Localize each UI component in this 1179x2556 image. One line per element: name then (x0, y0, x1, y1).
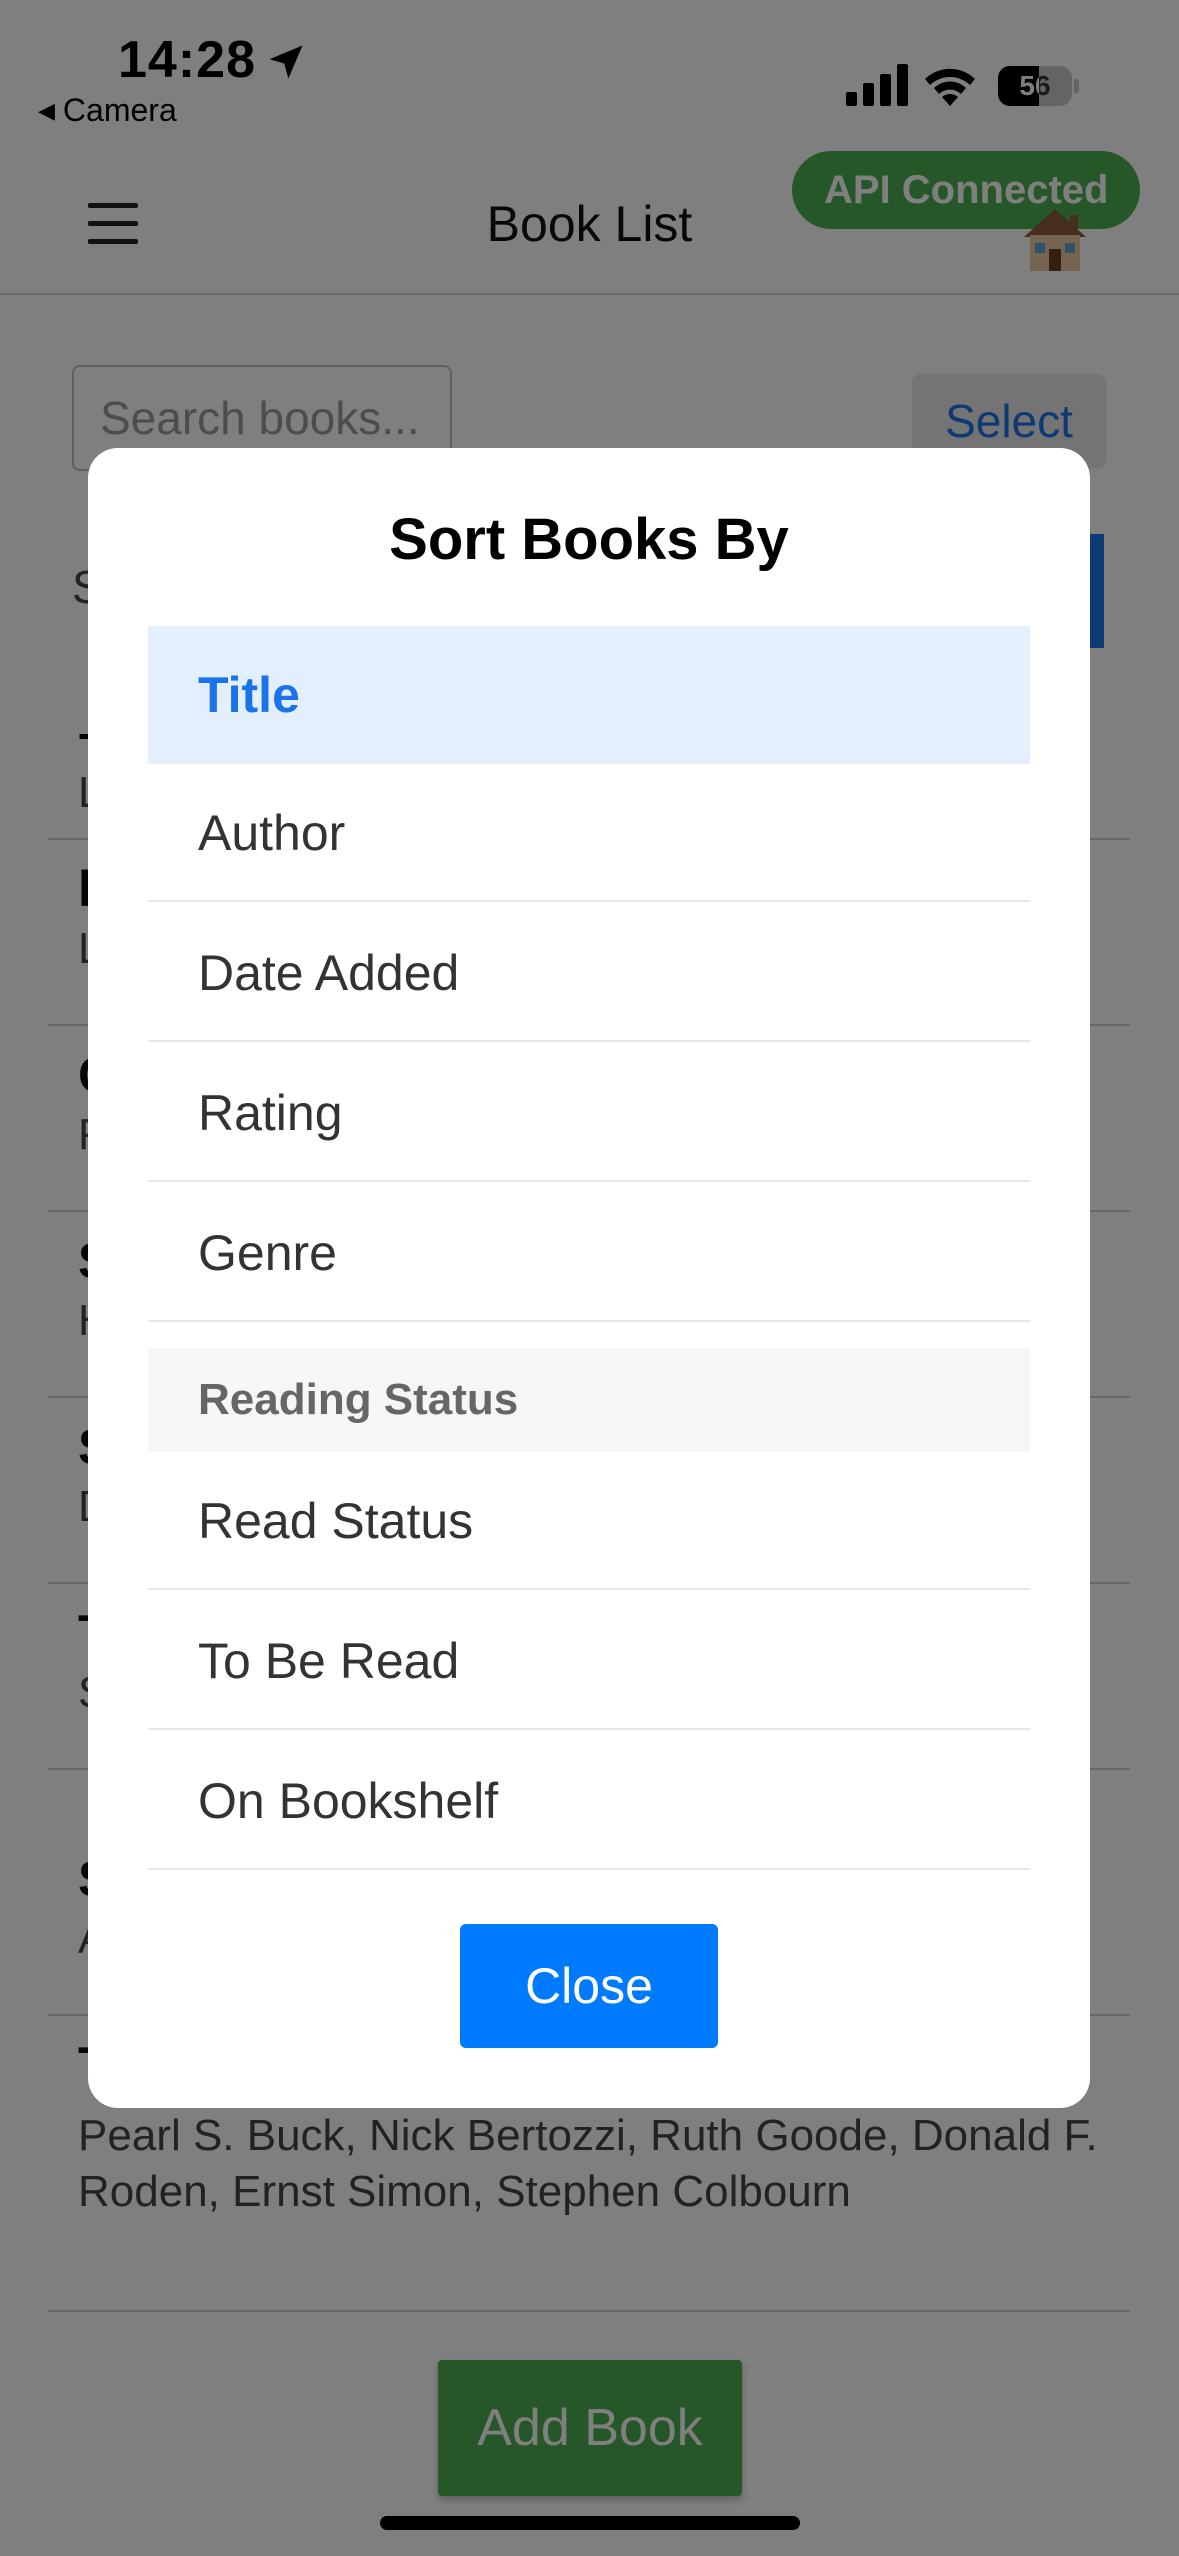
sort-modal: Sort Books By Title Author Date Added Ra… (88, 448, 1090, 2108)
sort-option-to-be-read[interactable]: To Be Read (148, 1592, 1030, 1730)
sort-option-on-bookshelf[interactable]: On Bookshelf (148, 1732, 1030, 1870)
sort-option-date-added[interactable]: Date Added (148, 904, 1030, 1042)
sort-option-rating[interactable]: Rating (148, 1044, 1030, 1182)
sort-option-author[interactable]: Author (148, 764, 1030, 902)
home-indicator[interactable] (380, 2516, 800, 2530)
sort-option-title[interactable]: Title (148, 626, 1030, 764)
section-header-reading-status: Reading Status (148, 1348, 1030, 1452)
close-button[interactable]: Close (460, 1924, 718, 2048)
sort-option-read-status[interactable]: Read Status (148, 1452, 1030, 1590)
sort-option-genre[interactable]: Genre (148, 1184, 1030, 1322)
modal-title: Sort Books By (389, 507, 789, 572)
